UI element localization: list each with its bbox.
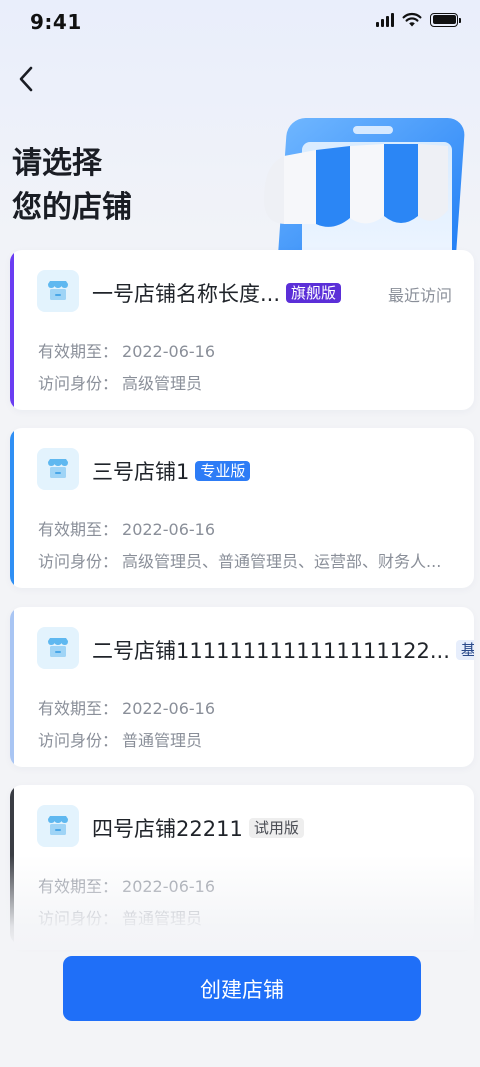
store-card-3[interactable]: 二号店铺1111111111111111122... 基础版 有效期至：2022… — [10, 607, 474, 767]
page-title-line-1: 请选择 — [12, 146, 102, 181]
role-line: 访问身份： 高级管理员、普通管理员、运营部、财务人... — [38, 548, 441, 572]
shop-icon — [48, 638, 68, 657]
shop-icon — [48, 281, 68, 300]
expiry-label: 有效期至： — [38, 877, 119, 896]
store-card-2[interactable]: 三号店铺1 专业版 有效期至： 2022-06-16 访问身份： 高级管理员、普通管… — [10, 428, 474, 588]
role-value: 高级管理员 — [122, 374, 203, 393]
card-accent-bar — [10, 428, 14, 588]
wifi-icon — [402, 12, 422, 27]
expiry-label: 有效期至： — [38, 520, 119, 539]
status-time: 9:41 — [30, 10, 82, 34]
expiry-value: 2022-06-16 — [122, 699, 215, 718]
role-line: 访问身份： 普通管理员 — [38, 905, 202, 929]
signal-icon — [376, 12, 394, 27]
expiry-label: 有效期至： — [38, 699, 119, 718]
storefront-phone-illustration — [264, 118, 465, 262]
role-line: 访问身份： 高级管理员 — [38, 370, 202, 394]
role-value: 普通管理员 — [122, 731, 203, 750]
expiry-line: 有效期至： 2022-06-16 — [38, 516, 215, 540]
store-card-1[interactable]: 一号店铺名称长度... 旗舰版 最近访问 有效期至： 2022-06-16 访问身… — [10, 250, 474, 410]
role-label: 访问身份： — [38, 731, 119, 750]
store-logo — [37, 627, 79, 669]
store-logo — [37, 270, 79, 312]
status-icons — [376, 12, 461, 27]
expiry-label: 有效期至： — [38, 342, 119, 361]
card-accent-bar — [10, 785, 14, 945]
expiry-value: 2022-06-16 — [122, 520, 215, 539]
edition-badge: 专业版 — [195, 461, 251, 481]
edition-badge: 旗舰版 — [286, 283, 342, 303]
edition-badge: 基础版 — [455, 640, 474, 660]
store-name: 三号店铺1 — [92, 460, 190, 484]
recent-visit-tag: 最近访问 — [387, 286, 452, 305]
role-label: 访问身份： — [38, 374, 119, 393]
edition-badge: 试用版 — [248, 818, 304, 838]
store-name-row: 二号店铺1111111111111111122... 基础版 — [92, 635, 474, 665]
battery-icon — [430, 12, 461, 27]
store-name-row: 三号店铺1 专业版 — [92, 456, 251, 486]
store-card-4[interactable]: 四号店铺22211 试用版 有效期至： 2022-06-16 访问身份： 普通管理员 — [10, 785, 474, 945]
store-name-row: 四号店铺22211 试用版 — [92, 813, 304, 843]
role-value: 普通管理员 — [122, 909, 203, 928]
expiry-line: 有效期至： 2022-06-16 — [38, 695, 215, 719]
page-title-line-2: 您的店铺 — [12, 190, 132, 225]
shop-icon — [48, 459, 68, 478]
chevron-left-icon — [19, 66, 33, 92]
card-accent-bar — [10, 607, 14, 767]
shop-icon — [48, 816, 68, 835]
expiry-line: 有效期至： 2022-06-16 — [38, 338, 215, 362]
role-label: 访问身份： — [38, 909, 119, 928]
back-button[interactable] — [10, 62, 42, 96]
store-logo — [37, 448, 79, 490]
expiry-line: 有效期至： 2022-06-16 — [38, 873, 215, 897]
store-name: 一号店铺名称长度... — [92, 282, 281, 306]
expiry-value: 2022-06-16 — [122, 877, 215, 896]
role-line: 访问身份： 普通管理员 — [38, 727, 202, 751]
store-name: 四号店铺22211 — [92, 817, 243, 841]
page-title: 请选择 您的店铺 — [12, 142, 132, 230]
store-logo — [37, 805, 79, 847]
role-value: 高级管理员、普通管理员、运营部、财务人... — [122, 552, 442, 571]
status-bar: 9:41 — [0, 0, 480, 44]
role-label: 访问身份： — [38, 552, 119, 571]
store-name-row: 一号店铺名称长度... 旗舰版 — [92, 278, 342, 308]
card-accent-bar — [10, 250, 14, 410]
store-name: 二号店铺1111111111111111122... — [92, 639, 450, 663]
expiry-value: 2022-06-16 — [122, 342, 215, 361]
create-store-button[interactable]: 创建店铺 — [63, 956, 421, 1021]
